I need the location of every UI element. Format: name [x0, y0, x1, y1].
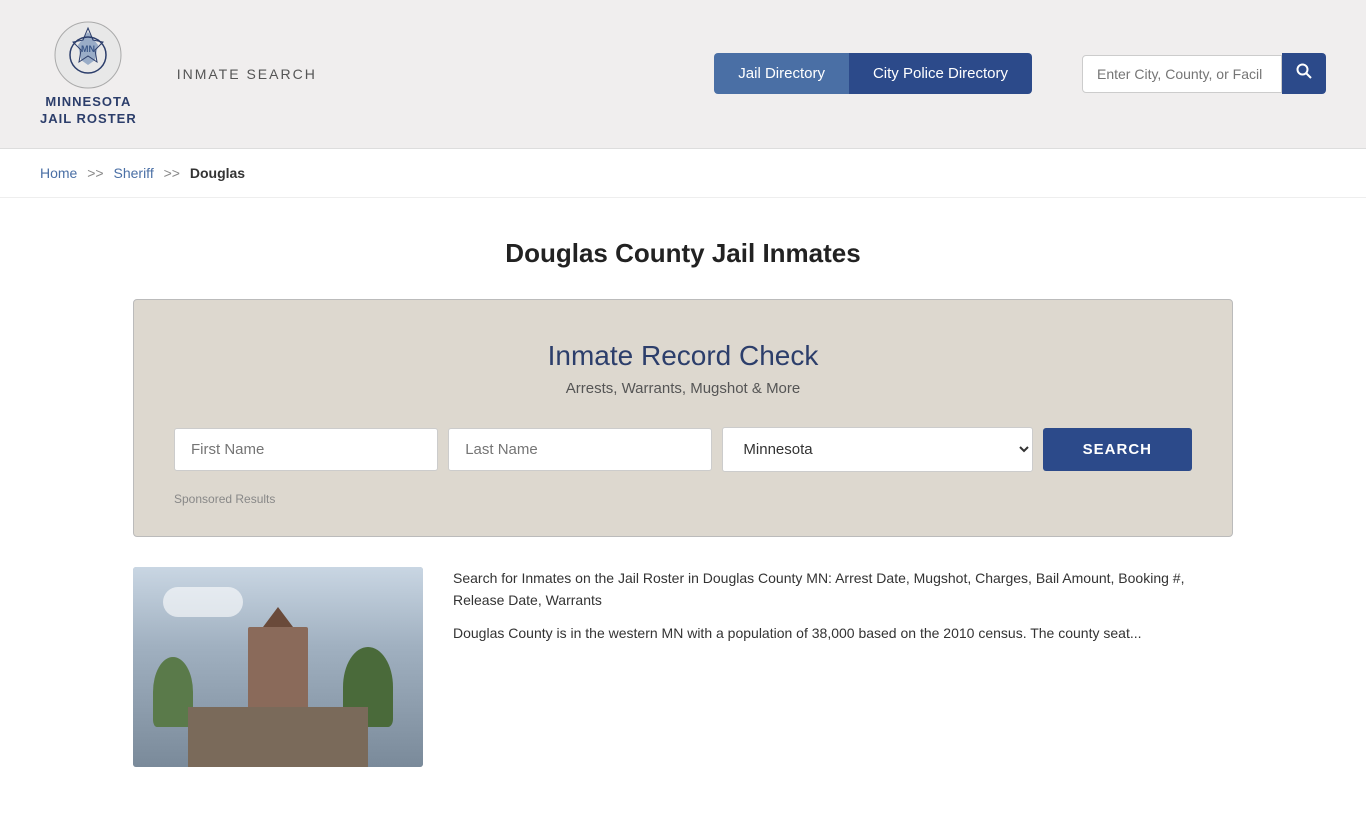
jail-directory-button[interactable]: Jail Directory	[714, 53, 849, 94]
record-check-subtitle: Arrests, Warrants, Mugshot & More	[174, 380, 1192, 397]
nav-buttons: Jail Directory City Police Directory	[714, 53, 1032, 94]
page-title: Douglas County Jail Inmates	[40, 238, 1326, 269]
bottom-paragraph-2: Douglas County is in the western MN with…	[453, 622, 1233, 644]
header-search-area	[1082, 53, 1326, 94]
header: MN MINNESOTA JAIL ROSTER INMATE SEARCH J…	[0, 0, 1366, 149]
breadcrumb-home[interactable]: Home	[40, 165, 77, 181]
city-police-directory-button[interactable]: City Police Directory	[849, 53, 1032, 94]
bottom-paragraph-1: Search for Inmates on the Jail Roster in…	[453, 567, 1233, 612]
sponsored-label: Sponsored Results	[174, 492, 1192, 506]
record-check-search-button[interactable]: SEARCH	[1043, 428, 1192, 471]
record-check-box: Inmate Record Check Arrests, Warrants, M…	[133, 299, 1233, 537]
record-check-title: Inmate Record Check	[174, 340, 1192, 372]
breadcrumb: Home >> Sheriff >> Douglas	[0, 149, 1366, 198]
main-content: Douglas County Jail Inmates Inmate Recor…	[0, 198, 1366, 817]
breadcrumb-sep-2: >>	[164, 165, 180, 181]
inmate-search-label: INMATE SEARCH	[177, 66, 317, 82]
logo-text: MINNESOTA JAIL ROSTER	[40, 94, 137, 128]
header-search-button[interactable]	[1282, 53, 1326, 94]
first-name-input[interactable]	[174, 428, 438, 471]
breadcrumb-current: Douglas	[190, 165, 245, 181]
search-icon	[1296, 63, 1312, 79]
building-image	[133, 567, 423, 767]
last-name-input[interactable]	[448, 428, 712, 471]
record-check-form: Minnesota Alabama Alaska Arizona Arkansa…	[174, 427, 1192, 472]
bottom-content: Search for Inmates on the Jail Roster in…	[133, 567, 1233, 797]
breadcrumb-sep-1: >>	[87, 165, 103, 181]
bottom-text-area: Search for Inmates on the Jail Roster in…	[453, 567, 1233, 767]
breadcrumb-sheriff[interactable]: Sheriff	[114, 165, 154, 181]
logo-area: MN MINNESOTA JAIL ROSTER	[40, 20, 137, 128]
header-search-input[interactable]	[1082, 55, 1282, 93]
mn-logo-icon: MN	[53, 20, 123, 90]
state-select[interactable]: Minnesota Alabama Alaska Arizona Arkansa…	[722, 427, 1032, 472]
